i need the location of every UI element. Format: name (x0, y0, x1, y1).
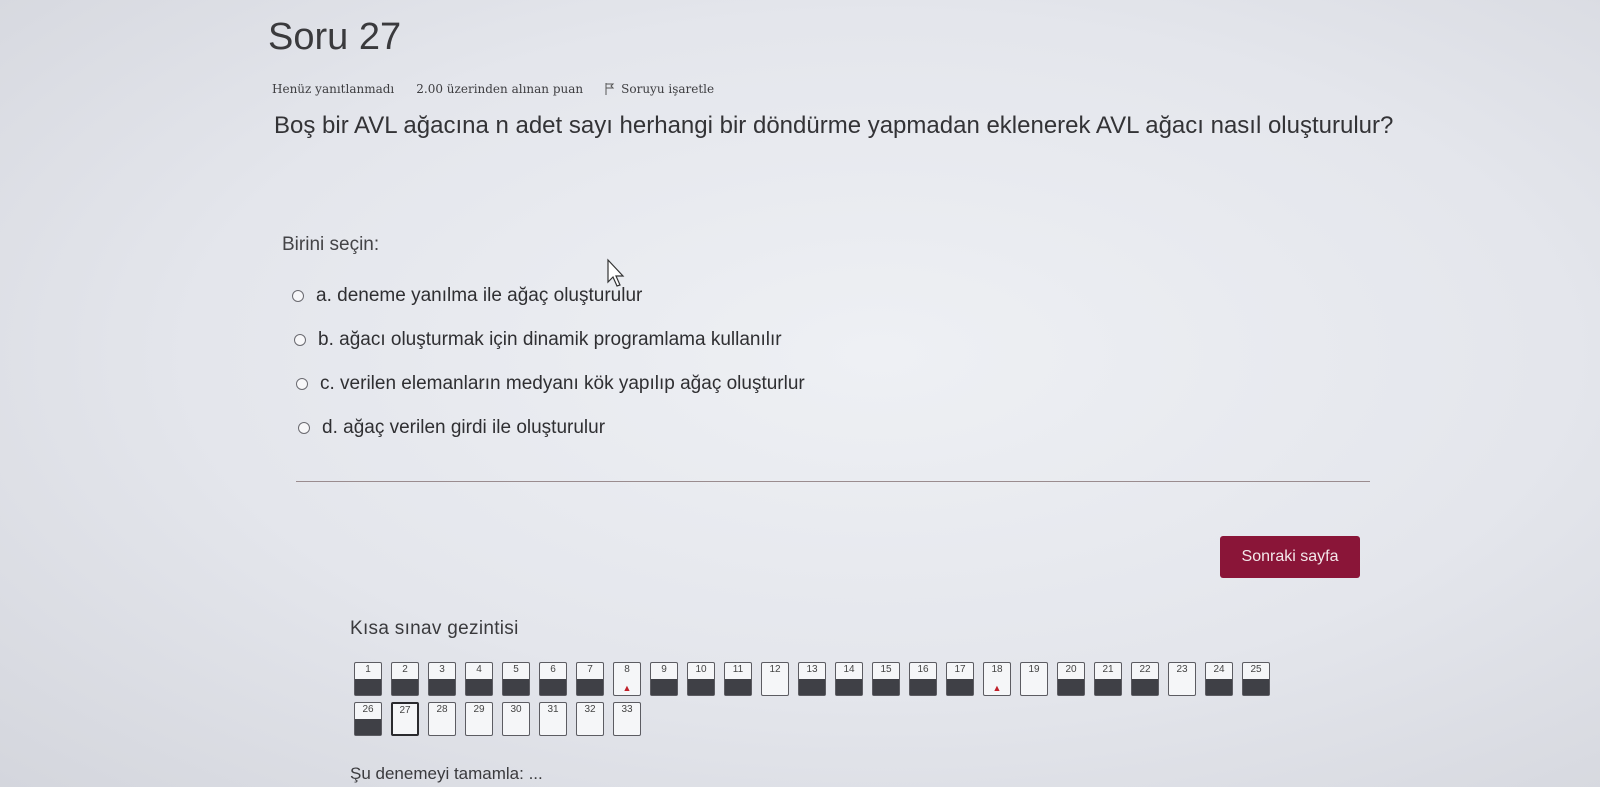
nav-question-button[interactable]: 24 (1205, 662, 1233, 696)
divider (296, 481, 1370, 482)
radio-icon[interactable] (298, 422, 310, 434)
question-info: Henüz yanıtlanmadı 2.00 üzerinden alınan… (272, 82, 714, 96)
nav-question-button[interactable]: 29 (465, 702, 493, 736)
nav-question-button[interactable]: 5 (502, 662, 530, 696)
question-grade: 2.00 üzerinden alınan puan (416, 82, 584, 96)
nav-question-button[interactable]: 1 (354, 662, 382, 696)
flag-icon (605, 83, 615, 95)
nav-question-button[interactable]: 15 (872, 662, 900, 696)
nav-question-number: 17 (954, 664, 966, 675)
answer-option-b[interactable]: b. ağacı oluşturmak için dinamik program… (294, 318, 805, 362)
nav-question-number: 15 (880, 664, 892, 675)
nav-question-button[interactable]: 32 (576, 702, 604, 736)
nav-row-2: 26 27 28 29 30 31 32 33 (354, 702, 1294, 736)
nav-question-button[interactable]: 23 (1168, 662, 1196, 696)
nav-question-button[interactable]: 16 (909, 662, 937, 696)
radio-icon[interactable] (294, 334, 306, 346)
nav-question-button-flagged[interactable]: 18 ▲ (983, 662, 1011, 696)
answer-label: c. verilen elemanların medyanı kök yapıl… (320, 373, 805, 394)
nav-question-number: 9 (661, 664, 667, 675)
nav-question-number: 21 (1102, 664, 1114, 675)
answer-list: a. deneme yanılma ile ağaç oluşturulur b… (292, 274, 805, 450)
nav-question-button[interactable]: 21 (1094, 662, 1122, 696)
radio-icon[interactable] (292, 290, 304, 302)
answer-label: d. ağaç verilen girdi ile oluşturulur (322, 417, 606, 438)
nav-question-number: 24 (1213, 664, 1225, 675)
flag-question-link[interactable]: Soruyu işaretle (605, 82, 714, 96)
nav-question-button[interactable]: 13 (798, 662, 826, 696)
nav-question-number: 3 (439, 664, 445, 675)
nav-question-number: 2 (402, 664, 408, 675)
nav-question-number: 23 (1176, 664, 1188, 675)
nav-question-button[interactable]: 26 (354, 702, 382, 736)
nav-question-number: 5 (513, 664, 519, 675)
nav-question-button[interactable]: 11 (724, 662, 752, 696)
nav-question-button[interactable]: 4 (465, 662, 493, 696)
nav-question-button[interactable]: 3 (428, 662, 456, 696)
nav-question-button[interactable]: 25 (1242, 662, 1270, 696)
nav-question-number: 27 (399, 705, 411, 716)
nav-question-number: 12 (769, 664, 781, 675)
nav-question-number: 33 (621, 704, 633, 715)
mouse-cursor-icon (607, 258, 625, 287)
nav-question-number: 4 (476, 664, 482, 675)
nav-question-number: 25 (1250, 664, 1262, 675)
flag-question-label: Soruyu işaretle (621, 82, 715, 96)
nav-question-number: 6 (550, 664, 556, 675)
question-text: Boş bir AVL ağacına n adet sayı herhangi… (274, 112, 1394, 139)
finish-attempt-link[interactable]: Şu denemeyi tamamla: ... (350, 764, 543, 784)
nav-question-number: 14 (843, 664, 855, 675)
nav-question-button[interactable]: 2 (391, 662, 419, 696)
nav-question-button[interactable]: 7 (576, 662, 604, 696)
quiz-navigation-grid: 1 2 3 4 5 6 7 8 ▲ 9 10 11 12 13 14 15 16 … (354, 662, 1294, 742)
nav-question-number: 10 (695, 664, 707, 675)
answer-option-d[interactable]: d. ağaç verilen girdi ile oluşturulur (298, 406, 805, 450)
nav-question-button[interactable]: 19 (1020, 662, 1048, 696)
quiz-navigation-title: Kısa sınav gezintisi (350, 618, 519, 639)
nav-question-button[interactable]: 6 (539, 662, 567, 696)
nav-question-button[interactable]: 12 (761, 662, 789, 696)
nav-question-button[interactable]: 22 (1131, 662, 1159, 696)
flagged-marker-icon: ▲ (992, 683, 1002, 693)
nav-question-number: 1 (365, 664, 371, 675)
nav-question-button[interactable]: 20 (1057, 662, 1085, 696)
nav-question-number: 8 (624, 664, 630, 675)
flagged-marker-icon: ▲ (622, 683, 632, 693)
nav-question-number: 20 (1065, 664, 1077, 675)
nav-question-number: 16 (917, 664, 929, 675)
nav-question-number: 13 (806, 664, 818, 675)
nav-question-button-current[interactable]: 27 (391, 702, 419, 736)
nav-question-button-flagged[interactable]: 8 ▲ (613, 662, 641, 696)
question-status: Henüz yanıtlanmadı (272, 82, 395, 96)
answer-label: a. deneme yanılma ile ağaç oluşturulur (316, 285, 643, 306)
next-page-button[interactable]: Sonraki sayfa (1220, 536, 1360, 578)
nav-question-number: 32 (584, 704, 596, 715)
nav-row-1: 1 2 3 4 5 6 7 8 ▲ 9 10 11 12 13 14 15 16 … (354, 662, 1294, 696)
answer-option-c[interactable]: c. verilen elemanların medyanı kök yapıl… (296, 362, 805, 406)
nav-question-number: 7 (587, 664, 593, 675)
answer-prompt: Birini seçin: (282, 234, 380, 255)
nav-question-number: 30 (510, 704, 522, 715)
nav-question-number: 22 (1139, 664, 1151, 675)
answer-label: b. ağacı oluşturmak için dinamik program… (318, 329, 782, 350)
nav-question-button[interactable]: 10 (687, 662, 715, 696)
nav-question-number: 18 (991, 664, 1003, 675)
nav-question-button[interactable]: 30 (502, 702, 530, 736)
question-title: Soru 27 (268, 16, 402, 58)
nav-question-number: 19 (1028, 664, 1040, 675)
quiz-page: Soru 27 Henüz yanıtlanmadı 2.00 üzerinde… (0, 0, 1600, 787)
nav-question-number: 31 (547, 704, 559, 715)
nav-question-number: 29 (473, 704, 485, 715)
nav-question-button[interactable]: 31 (539, 702, 567, 736)
nav-question-button[interactable]: 28 (428, 702, 456, 736)
nav-question-button[interactable]: 9 (650, 662, 678, 696)
nav-question-number: 26 (362, 704, 374, 715)
radio-icon[interactable] (296, 378, 308, 390)
answer-option-a[interactable]: a. deneme yanılma ile ağaç oluşturulur (292, 274, 805, 318)
nav-question-button[interactable]: 14 (835, 662, 863, 696)
nav-question-number: 28 (436, 704, 448, 715)
nav-question-button[interactable]: 33 (613, 702, 641, 736)
nav-question-button[interactable]: 17 (946, 662, 974, 696)
nav-question-number: 11 (732, 664, 744, 675)
